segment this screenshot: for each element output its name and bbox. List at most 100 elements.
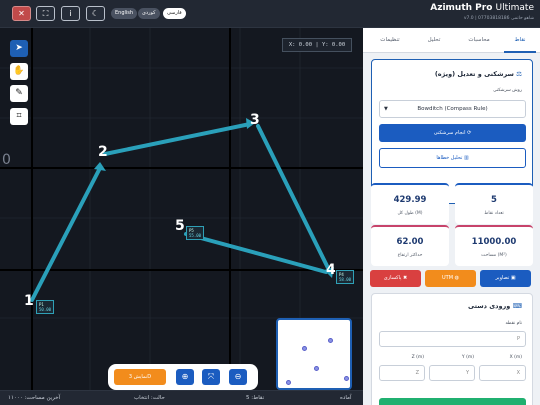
language-english[interactable]: English <box>111 8 138 19</box>
keyboard-icon: ⌨ <box>512 302 522 310</box>
point-5-elevation: 55.00 <box>189 233 202 238</box>
method-select-value: Bowditch (Compass Rule) <box>417 106 488 112</box>
stat-total-length-value: 429.99 <box>393 195 427 205</box>
survey-card-title: سرشکنی و تعدیل (ویژه) ⚖ <box>435 70 522 78</box>
point-1-tag: P1 50.00 <box>36 300 55 314</box>
polygon-icon[interactable]: ⌗ <box>10 108 28 125</box>
panel-tabs: نقاط محاسبات تحلیل تنظیمات <box>363 28 540 53</box>
point-4-elevation: 58.00 <box>339 277 352 282</box>
stat-point-count-value: 5 <box>491 195 497 205</box>
chevron-down-icon: ▼ <box>384 106 388 112</box>
segment-3-4 <box>256 124 332 274</box>
manual-input-card: ورودی دستی ⌨ نام نقطه P X (m) Y (m) Z (m… <box>371 293 533 405</box>
tab-analysis[interactable]: تحلیل <box>415 28 453 53</box>
trash-icon: ✖ <box>403 275 408 281</box>
point-1-elevation: 50.00 <box>39 307 52 312</box>
point-name-input[interactable]: P <box>379 331 526 347</box>
status-ready: آماده <box>340 395 352 401</box>
manual-input-title: ورودی دستی ⌨ <box>468 302 522 310</box>
pointer-icon[interactable]: ➤ <box>10 40 28 57</box>
app-title: Azimuth Pro Ultimate <box>430 3 534 13</box>
manual-input-title-text: ورودی دستی <box>468 302 511 310</box>
view-3d-button[interactable]: نمایش 3D <box>114 369 166 385</box>
tab-points[interactable]: نقاط <box>504 28 536 53</box>
stat-total-length: 429.99 طول کل (M) <box>371 183 449 224</box>
x-input[interactable]: X <box>479 365 526 381</box>
minimap-point <box>328 338 333 343</box>
drawing-canvas[interactable]: ➤ ✋ ✎ ⌗ X: 0.00 | Y: 0.00 0 1 P1 50.00 2… <box>0 28 363 390</box>
status-bar: آماده نقاط: 5 حالت: انتخاب آخرین مساحت: … <box>0 390 363 405</box>
stat-total-length-label: طول کل (M) <box>397 211 423 216</box>
chart-icon: ▥ <box>463 155 469 161</box>
side-panel: نقاط محاسبات تحلیل تنظیمات سرشکنی و تعدی… <box>363 28 540 405</box>
minimap-point <box>286 380 291 385</box>
analyze-errors-label: تحلیل خطاها <box>436 155 463 161</box>
globe-icon: ◍ <box>454 275 459 281</box>
stat-area: 11000.00 مساحت (M²) <box>455 225 533 266</box>
point-1-label[interactable]: 1 <box>24 293 34 309</box>
theme-toggle-button[interactable]: ☾ <box>86 6 105 21</box>
coordinate-readout: X: 0.00 | Y: 0.00 <box>282 38 352 52</box>
run-adjustment-button[interactable]: انجام سرشکنی ⟳ <box>379 124 526 142</box>
point-5-tag: P5 55.00 <box>186 226 205 240</box>
app-subtitle: v7.0 | 07703818186 شاهو حاتمی <box>463 16 534 21</box>
stat-area-value: 11000.00 <box>471 237 517 247</box>
refresh-icon: ⟳ <box>467 130 472 136</box>
minimap[interactable] <box>276 318 352 390</box>
add-point-button[interactable] <box>379 398 526 405</box>
utm-button[interactable]: UTM ◍ <box>425 270 476 287</box>
method-select[interactable]: ▼ Bowditch (Compass Rule) <box>379 100 526 118</box>
segment-2-3 <box>103 122 252 156</box>
minimap-point <box>314 366 319 371</box>
stat-max-elevation: 62.00 حداکثر ارتفاع <box>371 225 449 266</box>
edit-button[interactable]: تصاویر ▣ <box>480 270 531 287</box>
image-icon: ▣ <box>510 275 516 281</box>
tab-settings[interactable]: تنظیمات <box>369 28 411 53</box>
y-input[interactable]: Y <box>429 365 475 381</box>
view-toolbar: نمایش 3D ⊕ ⤧ ⊖ <box>108 364 258 390</box>
app-title-main: Azimuth Pro <box>430 3 493 13</box>
stat-area-label: مساحت (M²) <box>481 253 507 258</box>
clear-button[interactable]: پاکسازی ✖ <box>370 270 421 287</box>
hand-icon[interactable]: ✋ <box>10 63 28 80</box>
balance-icon: ⚖ <box>516 70 522 78</box>
status-last-area: آخرین مساحت: ۱۱۰۰۰ <box>8 395 61 401</box>
minimap-point <box>344 376 349 381</box>
status-mode: حالت: انتخاب <box>134 395 165 401</box>
analyze-errors-button[interactable]: تحلیل خطاها ▥ <box>379 148 526 168</box>
point-3-label[interactable]: 3 <box>250 112 260 128</box>
app-header: ✕ ⛶ i ☾ English کوردی فارسی Azimuth Pro … <box>0 0 540 28</box>
stat-point-count: 5 تعداد نقاط <box>455 183 533 224</box>
axis-zero-label: 0 <box>2 152 11 168</box>
point-4-label[interactable]: 4 <box>326 262 336 278</box>
close-button[interactable]: ✕ <box>12 6 31 21</box>
stat-max-elevation-value: 62.00 <box>396 237 424 247</box>
clear-button-label: پاکسازی <box>383 275 402 281</box>
y-label: Y (m) <box>461 355 474 360</box>
info-button[interactable]: i <box>61 6 80 21</box>
language-persian[interactable]: فارسی <box>163 8 186 19</box>
run-adjustment-label: انجام سرشکنی <box>433 130 466 136</box>
language-kurdish[interactable]: کوردی <box>138 8 160 19</box>
fullscreen-button[interactable]: ⛶ <box>36 6 55 21</box>
z-input[interactable]: Z <box>379 365 425 381</box>
point-2-label[interactable]: 2 <box>98 144 108 160</box>
edit-button-label: تصاویر <box>495 275 510 281</box>
status-points: نقاط: 5 <box>246 395 265 401</box>
point-name-label: نام نقطه <box>505 321 522 326</box>
tab-calculations[interactable]: محاسبات <box>458 28 500 53</box>
method-label: روش سرشکنی <box>493 88 522 93</box>
fit-icon[interactable]: ⤧ <box>202 369 220 385</box>
point-5-label[interactable]: 5 <box>175 218 185 234</box>
zoom-out-icon[interactable]: ⊖ <box>229 369 247 385</box>
zoom-in-icon[interactable]: ⊕ <box>176 369 194 385</box>
survey-card-title-text: سرشکنی و تعدیل (ویژه) <box>434 70 514 78</box>
ruler-icon[interactable]: ✎ <box>10 85 28 102</box>
x-label: X (m) <box>509 355 522 360</box>
app-title-edition: Ultimate <box>495 3 534 13</box>
segment-5-4 <box>184 232 328 274</box>
stat-point-count-label: تعداد نقاط <box>484 211 504 216</box>
utm-button-label: UTM <box>442 275 454 281</box>
stat-max-elevation-label: حداکثر ارتفاع <box>397 253 423 258</box>
point-4-tag: P4 58.00 <box>336 270 355 284</box>
